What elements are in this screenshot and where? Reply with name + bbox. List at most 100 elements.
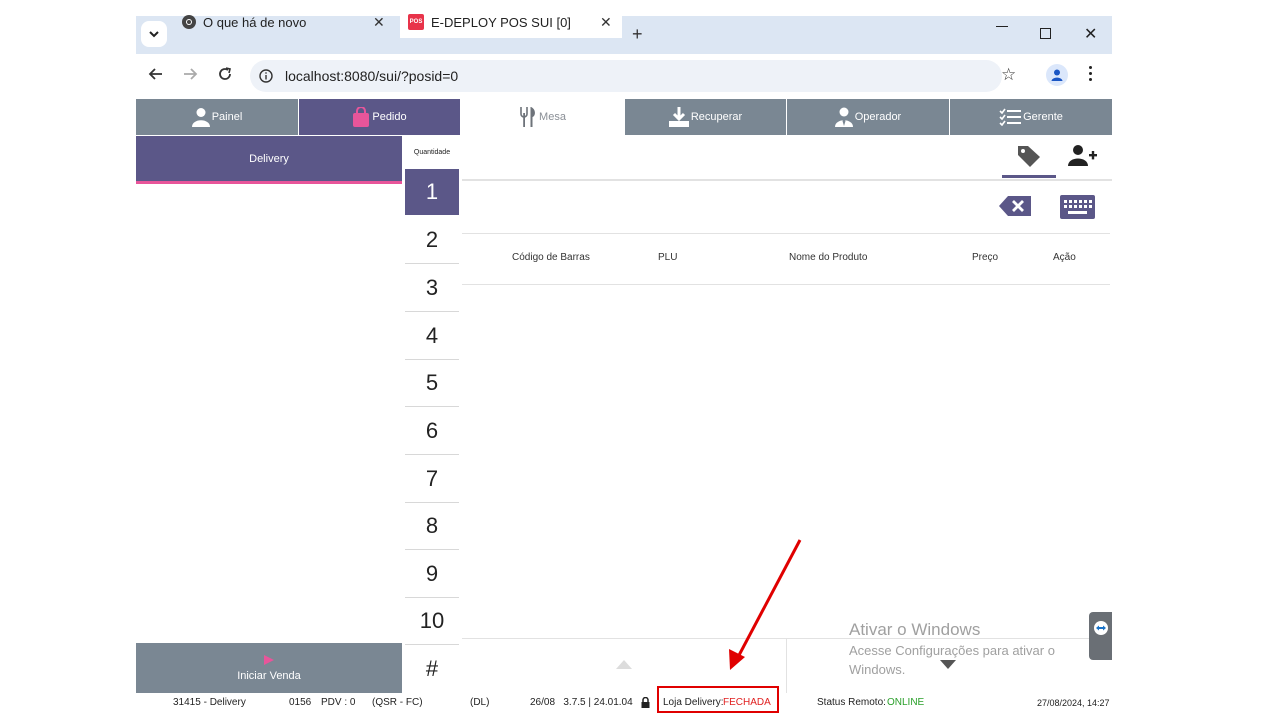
browser-tab[interactable]: O que há de novo ✕ (176, 6, 396, 38)
teamviewer-handle[interactable] (1089, 612, 1112, 660)
toolbar-divider (462, 179, 1112, 181)
numpad-key-8[interactable]: 8 (405, 503, 459, 550)
triangle-up-icon (616, 660, 632, 669)
numpad-header: Quantidade (413, 149, 451, 156)
numpad-key-1[interactable]: 1 (405, 169, 459, 215)
add-customer-button[interactable] (1068, 144, 1100, 172)
status-delivery-label: Loja Delivery: (663, 697, 724, 708)
pos-favicon: POS (408, 14, 424, 30)
status-remote-label: Status Remoto: (817, 697, 886, 708)
checklist-icon (999, 108, 1022, 126)
status-pdv: PDV : 0 (321, 697, 356, 708)
chrome-icon (182, 15, 196, 29)
status-remote-value: ONLINE (887, 697, 925, 708)
restore-button[interactable] (1040, 28, 1051, 39)
windows-activation-line2: Windows. (849, 662, 906, 677)
status-code: 0156 (289, 697, 312, 708)
scroll-down-button[interactable] (940, 660, 956, 669)
table-header-bottom-border (462, 284, 1110, 285)
url-text: localhost:8080/sui/?posid=0 (285, 68, 459, 84)
nav-label: Gerente (1023, 111, 1063, 123)
nav-pedido[interactable]: Pedido (299, 99, 461, 135)
tab-title: O que há de novo (203, 14, 307, 30)
numpad-key-4[interactable]: 4 (405, 313, 459, 360)
close-icon[interactable]: ✕ (373, 14, 385, 31)
reload-button[interactable] (217, 66, 233, 82)
status-dl: (DL) (470, 697, 490, 708)
teamviewer-icon (1094, 621, 1108, 635)
nav-operador[interactable]: Operador (787, 99, 950, 135)
windows-activation-title: Ativar o Windows (849, 620, 981, 639)
nav-mesa[interactable]: Mesa (461, 99, 625, 135)
user-icon (191, 108, 210, 127)
numpad-key-5[interactable]: 5 (405, 360, 459, 407)
kebab-menu-icon[interactable] (1089, 66, 1093, 81)
shopping-bag-icon (353, 107, 370, 127)
info-icon (259, 69, 273, 83)
nav-gerente[interactable]: Gerente (950, 99, 1112, 135)
start-sale-label: Iniciar Venda (237, 670, 301, 682)
status-datetime: 27/08/2024, 14:27 (1037, 698, 1110, 708)
order-list-area (136, 184, 402, 642)
nav-label: Operador (854, 111, 902, 123)
top-navigation: Painel Pedido Mesa Recuperar Operador Ge… (136, 99, 1112, 135)
col-nome-produto: Nome do Produto (789, 252, 868, 263)
tag-button[interactable] (1002, 140, 1056, 178)
tab-delivery[interactable]: Delivery (136, 136, 402, 184)
lock-icon (641, 697, 650, 708)
numpad-key-10[interactable]: 10 (405, 598, 459, 645)
arrow-left-icon (148, 68, 162, 80)
new-tab-button[interactable]: + (632, 24, 643, 45)
start-sale-button[interactable]: Iniciar Venda (136, 643, 402, 693)
backspace-icon (999, 196, 1031, 216)
col-preco: Preço (972, 252, 999, 263)
keyboard-icon (1060, 195, 1095, 219)
col-plu: PLU (658, 252, 678, 263)
status-delivery-value: FECHADA (723, 697, 771, 708)
scroll-up-button[interactable] (616, 660, 632, 669)
numpad-key-2[interactable]: 2 (405, 217, 459, 264)
bookmark-star-icon[interactable]: ☆ (1001, 65, 1016, 85)
numpad-key-3[interactable]: 3 (405, 265, 459, 312)
numpad-key-6[interactable]: 6 (405, 408, 459, 455)
nav-label: Pedido (372, 111, 407, 123)
numpad-key-9[interactable]: 9 (405, 551, 459, 598)
play-icon (264, 655, 274, 665)
reload-icon (219, 67, 231, 80)
backspace-button[interactable] (999, 196, 1031, 216)
annotation-arrow (729, 539, 802, 670)
arrow-right-icon (184, 68, 198, 80)
nav-label: Recuperar (690, 111, 743, 123)
status-date-version: 26/08 3.7.5 | 24.01.04 (530, 697, 633, 708)
download-icon (668, 107, 689, 127)
nav-recuperar[interactable]: Recuperar (625, 99, 787, 135)
keyboard-button[interactable] (1060, 195, 1095, 219)
tab-delivery-label: Delivery (249, 152, 289, 165)
col-acao: Ação (1053, 252, 1076, 263)
back-button[interactable] (148, 66, 164, 82)
profile-avatar[interactable] (1046, 64, 1068, 86)
person-icon (1051, 69, 1063, 81)
tab-title: E-DEPLOY POS SUI [0] (431, 14, 571, 30)
browser-tab-active[interactable]: POS E-DEPLOY POS SUI [0] ✕ (400, 6, 622, 38)
fork-knife-icon (520, 107, 536, 127)
status-mode: (QSR - FC) (372, 697, 423, 708)
tags-icon (1018, 146, 1040, 167)
close-icon[interactable]: ✕ (600, 14, 612, 31)
tab-search-button[interactable] (141, 21, 167, 47)
nav-painel[interactable]: Painel (136, 99, 299, 135)
forward-button[interactable] (182, 66, 198, 82)
table-header-top-border (462, 233, 1110, 234)
triangle-down-icon (940, 660, 956, 669)
status-store: 31415 - Delivery (173, 697, 246, 708)
col-codigo-barras: Código de Barras (512, 252, 590, 263)
minimize-button[interactable] (996, 26, 1008, 27)
close-window-button[interactable]: ✕ (1084, 24, 1097, 44)
chevron-down-icon (149, 31, 159, 38)
nav-label: Mesa (539, 111, 566, 123)
numpad-key-7[interactable]: 7 (405, 456, 459, 503)
numpad-key-hash[interactable]: # (405, 646, 459, 692)
url-field[interactable]: localhost:8080/sui/?posid=0 (250, 60, 1002, 92)
nav-label: Painel (211, 111, 243, 123)
user-tie-icon (834, 107, 853, 127)
